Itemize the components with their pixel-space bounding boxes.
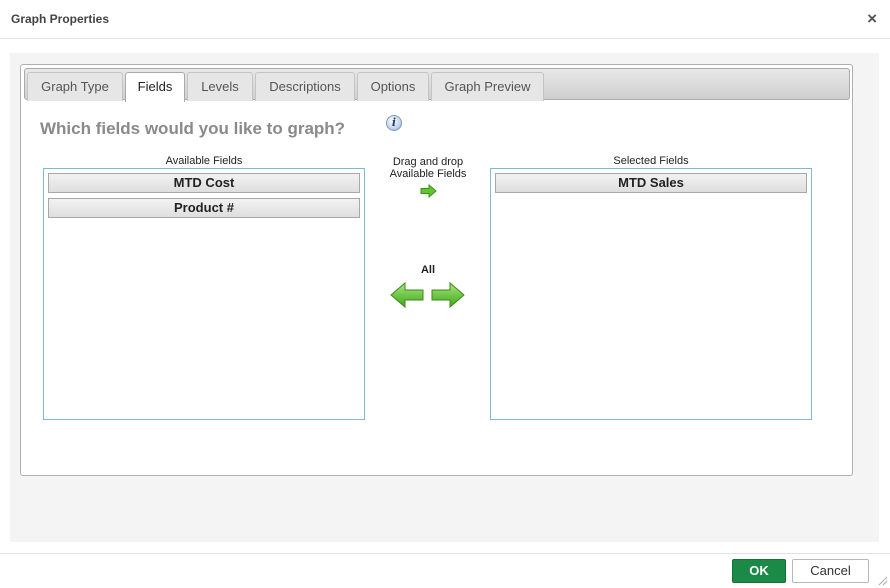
drag-hint-line1: Drag and drop [392, 156, 464, 168]
tab-fields[interactable]: Fields [125, 72, 185, 102]
tab-bar: Graph Type Fields Levels Descriptions Op… [24, 68, 850, 102]
fields-question: Which fields would you like to graph? [40, 119, 346, 138]
dialog-titlebar: Graph Properties × [0, 0, 890, 39]
available-fields-list[interactable]: MTD Cost Product # [43, 168, 365, 420]
selected-fields-label: Selected Fields [613, 155, 689, 167]
drag-drop-hint: Drag and drop Available Fields [378, 156, 478, 180]
available-field-item[interactable]: Product # [48, 198, 360, 218]
available-field-item[interactable]: MTD Cost [48, 173, 360, 193]
cancel-button[interactable]: Cancel [792, 559, 869, 583]
tab-graph-type[interactable]: Graph Type [27, 72, 123, 101]
close-icon[interactable]: × [867, 10, 877, 27]
drag-hint-line2: Available Fields [389, 168, 467, 180]
selected-fields-list[interactable]: MTD Sales [490, 168, 812, 420]
available-fields-label: Available Fields [165, 155, 243, 167]
tab-options[interactable]: Options [357, 72, 429, 101]
tab-levels[interactable]: Levels [187, 72, 253, 101]
info-icon[interactable]: i [386, 115, 402, 131]
all-label: All [420, 264, 436, 276]
resize-grip-icon[interactable] [878, 576, 888, 586]
move-all-right-arrow-icon[interactable] [431, 281, 465, 309]
ok-button[interactable]: OK [732, 559, 786, 583]
tab-graph-preview[interactable]: Graph Preview [431, 72, 544, 101]
selected-field-item[interactable]: MTD Sales [495, 173, 807, 193]
dialog-title: Graph Properties [11, 12, 110, 26]
move-all-left-arrow-icon[interactable] [390, 281, 424, 309]
tab-descriptions[interactable]: Descriptions [255, 72, 355, 101]
move-right-arrow-icon[interactable] [420, 184, 437, 198]
